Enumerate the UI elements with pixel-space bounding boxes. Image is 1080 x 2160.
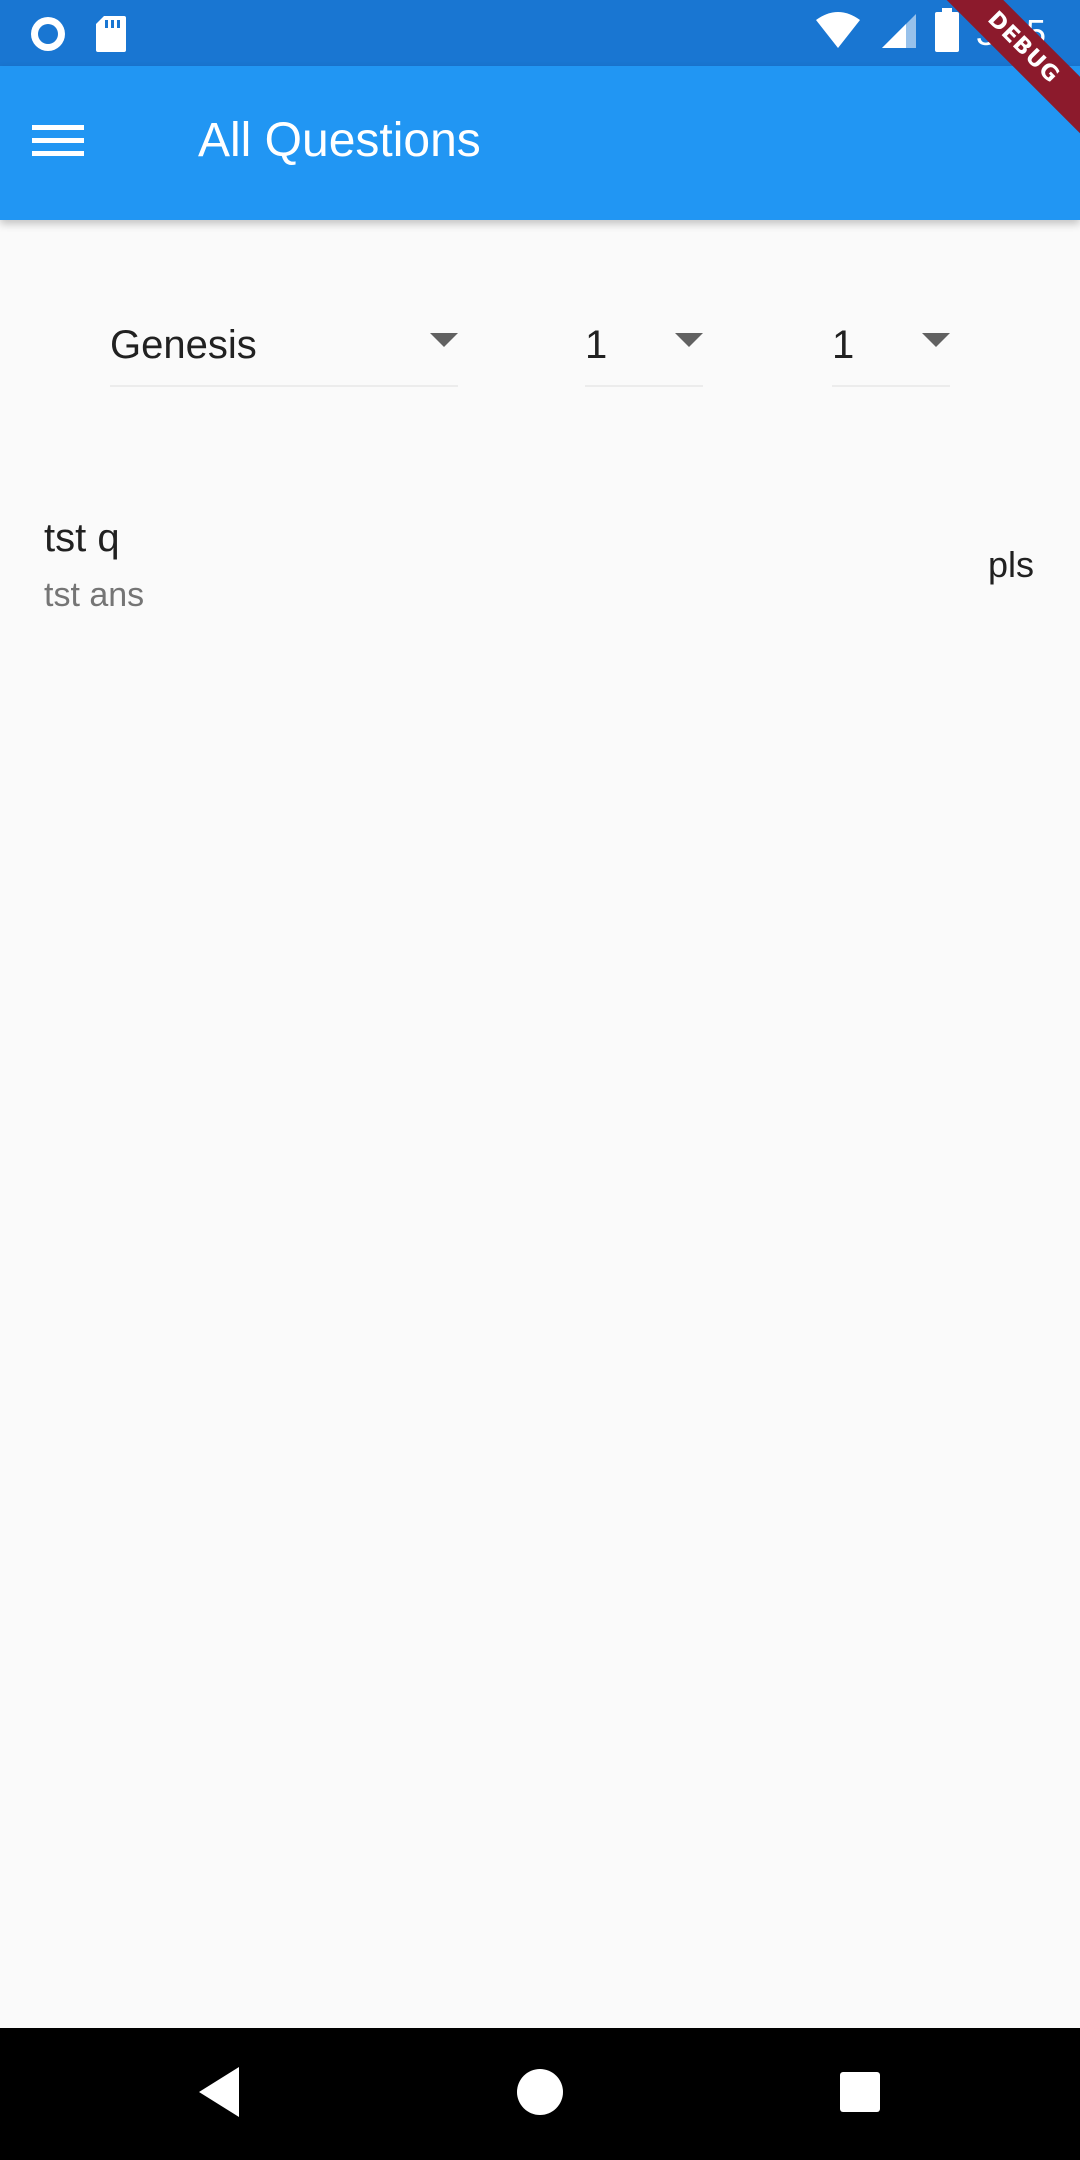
dropdown-arrow-icon [675,333,703,354]
circle-notification-icon [28,14,68,59]
question-answer: tst ans [44,576,145,614]
question-trailing-text: pls [987,544,1034,585]
battery-icon [934,8,960,57]
page-title: All Questions [198,114,481,167]
question-list-item[interactable]: tst q tst ans pls [0,500,1080,630]
verse-dropdown-value: 1 [832,322,855,367]
dropdown-arrow-icon [430,333,458,354]
system-nav-bar [0,2028,1080,2160]
signal-icon [878,10,918,55]
filter-bar: Genesis 1 1 [0,305,1080,395]
recents-button[interactable] [820,2054,900,2134]
back-button[interactable] [180,2054,260,2134]
home-icon [515,2067,565,2122]
status-left-icons [28,14,128,59]
status-bar: 3:05 [0,0,1080,66]
book-dropdown-value: Genesis [110,322,257,367]
screen: 3:05 All Questions DEBUG Genesis 1 [0,0,1080,2160]
chapter-dropdown-value: 1 [585,322,608,367]
back-icon [195,2065,245,2124]
sd-card-icon [94,14,128,59]
dropdown-arrow-icon [922,333,950,354]
menu-button[interactable] [32,109,122,177]
chapter-dropdown[interactable]: 1 [585,305,703,387]
recents-icon [838,2070,882,2119]
book-dropdown[interactable]: Genesis [110,305,458,387]
verse-dropdown[interactable]: 1 [832,305,950,387]
wifi-icon [814,10,862,55]
home-button[interactable] [500,2054,580,2134]
question-title: tst q [44,516,120,560]
app-bar: All Questions [0,66,1080,220]
menu-icon [32,121,86,166]
